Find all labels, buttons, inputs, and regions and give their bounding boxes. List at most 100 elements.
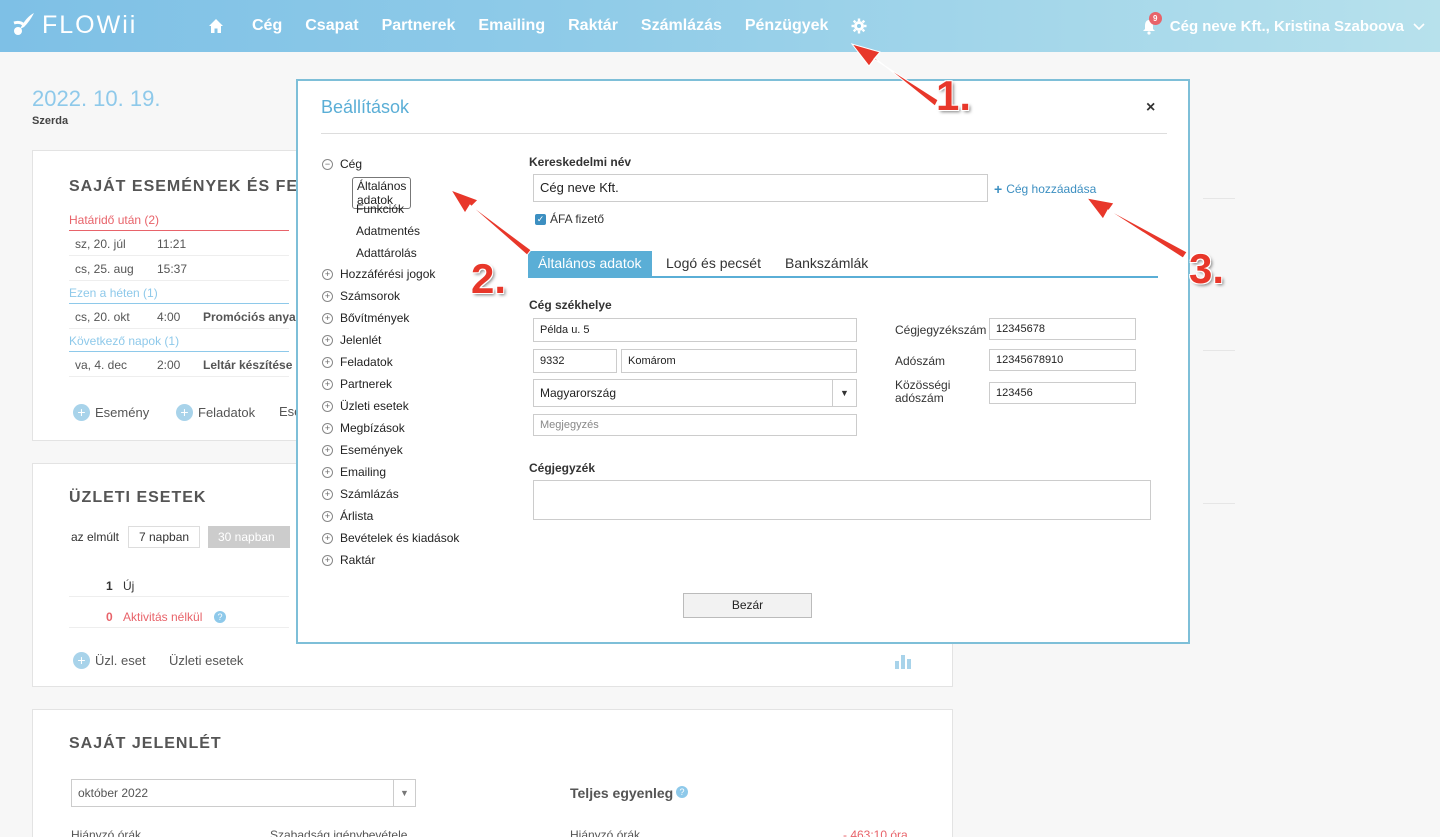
tree-item-functions[interactable]: Funkciók [356,202,404,216]
reg-no-input[interactable]: 12345678 [989,318,1136,340]
modal-title: Beállítások [321,97,410,117]
expand-icon[interactable]: + [322,356,333,368]
tree-node-ceg[interactable]: − Cég [322,157,362,171]
app-logo[interactable]: FLOWii [12,10,137,40]
event-row[interactable]: sz, 20. júl 11:21 [69,232,289,256]
note-input[interactable]: Megjegyzés [533,414,857,436]
notification-badge: 9 [1148,12,1162,25]
nav-item-szamlazas[interactable]: Számlázás [641,17,722,35]
home-icon[interactable] [206,16,226,36]
add-task-button[interactable]: + Feladatok [176,404,255,421]
business-cases-link[interactable]: Üzleti esetek [169,653,243,668]
dashboard-weekday: Szerda [32,115,69,127]
nav-item-raktar[interactable]: Raktár [568,17,618,35]
expand-icon[interactable]: + [322,532,333,544]
close-icon[interactable]: × [1146,99,1155,117]
add-company-link[interactable]: + Cég hozzáadása [994,181,1096,197]
tree-node-tasks[interactable]: + Feladatok [322,355,393,369]
tab-logo-stamp[interactable]: Logó és pecsét [656,251,771,276]
tree-node-events[interactable]: + Események [322,443,403,457]
tree-node-income-expenses[interactable]: + Bevételek és kiadások [322,531,459,545]
tree-node-business-cases[interactable]: + Üzleti esetek [322,399,409,413]
event-row[interactable]: cs, 25. aug 15:37 [69,257,289,281]
tree-node-extensions[interactable]: + Bővítmények [322,311,409,325]
chevron-down-icon [1413,23,1425,31]
settings-tabs: Általános adatok Logó és pecsét Bankszám… [528,251,1158,278]
bar-chart-icon[interactable] [894,653,912,669]
divider [1203,350,1235,351]
expand-icon[interactable]: + [322,554,333,566]
missing-hours-value: - 463:10 óra [843,828,908,837]
period-30-days-button[interactable]: 30 napban [208,526,290,548]
main-nav: Cég Csapat Partnerek Emailing Raktár Szá… [206,0,867,52]
expand-icon[interactable]: + [322,378,333,390]
tree-node-warehouse[interactable]: + Raktár [322,553,375,567]
nav-item-csapat[interactable]: Csapat [305,17,358,35]
expand-icon[interactable]: + [322,488,333,500]
tree-node-price-list[interactable]: + Árlista [322,509,373,523]
collapse-icon[interactable]: − [322,158,333,170]
presence-card: SAJÁT JELENLÉT október 2022 ▼ Teljes egy… [32,709,953,837]
tree-node-number-series[interactable]: + Számsorok [322,289,400,303]
notification-bell[interactable]: 9 [1142,12,1162,35]
flowii-logo-icon [13,13,34,35]
expand-icon[interactable]: + [322,400,333,412]
expand-icon[interactable]: + [322,268,333,280]
street-input[interactable]: Példa u. 5 [533,318,857,342]
tree-item-backup[interactable]: Adatmentés [356,224,420,238]
expand-icon[interactable]: + [322,444,333,456]
missing-hours-label: Hiányzó órák [71,828,142,837]
eu-tax-label: Közösségi adószám [895,378,951,405]
add-business-case-button[interactable]: + Üzl. eset [73,652,146,669]
missing-hours-right-label: Hiányzó órák [570,828,641,837]
country-select[interactable]: Magyarország ▼ [533,379,857,407]
nav-item-emailing[interactable]: Emailing [478,17,545,35]
tree-node-partners[interactable]: + Partnerek [322,377,392,391]
tab-bank-accounts[interactable]: Bankszámlák [775,251,878,276]
inactive-cases-count: 0 [106,610,113,624]
gear-icon[interactable] [851,18,867,34]
add-event-button[interactable]: + Esemény [73,404,149,421]
new-cases-label[interactable]: Új [123,579,134,593]
close-button[interactable]: Bezár [683,593,812,618]
tree-item-storage[interactable]: Adattárolás [356,246,417,260]
expand-icon[interactable]: + [322,290,333,302]
expand-icon[interactable]: + [322,510,333,522]
events-group-this-week: Ezen a héten (1) [69,282,289,304]
city-input[interactable]: Komárom [621,349,857,373]
trade-name-input[interactable]: Cég neve Kft. [533,174,988,202]
nav-item-ceg[interactable]: Cég [252,17,282,35]
tree-node-attendance[interactable]: + Jelenlét [322,333,381,347]
event-row[interactable]: va, 4. dec 2:00 Leltár készítése [69,353,292,377]
expand-icon[interactable]: + [322,466,333,478]
tree-node-invoicing[interactable]: + Számlázás [322,487,399,501]
inactive-cases-label[interactable]: Aktivitás nélkül [123,610,202,624]
nav-item-penzugyek[interactable]: Pénzügyek [745,17,829,35]
expand-icon[interactable]: + [322,312,333,324]
tree-node-orders[interactable]: + Megbízások [322,421,405,435]
events-card-title: SAJÁT ESEMÉNYEK ÉS FELA [69,178,322,195]
checkbox-checked-icon[interactable]: ✓ [535,213,546,225]
zip-input[interactable]: 9332 [533,349,617,373]
events-group-overdue: Határidő után (2) [69,209,289,231]
month-select[interactable]: október 2022 ▼ [71,779,416,807]
tree-node-access-rights[interactable]: + Hozzáférési jogok [322,267,435,281]
expand-icon[interactable]: + [322,334,333,346]
help-icon[interactable]: ? [214,611,226,623]
period-7-days-button[interactable]: 7 napban [128,526,201,548]
tree-node-emailing[interactable]: + Emailing [322,465,386,479]
help-icon[interactable]: ? [676,786,688,798]
user-menu[interactable]: 9 Cég neve Kft., Kristina Szaboova [1142,0,1426,52]
tax-no-input[interactable]: 12345678910 [989,349,1136,371]
event-row[interactable]: cs, 20. okt 4:00 Promóciós anyag [69,305,303,329]
expand-icon[interactable]: + [322,422,333,434]
tax-no-label: Adószám [895,354,946,368]
eu-tax-input[interactable]: 123456 [989,382,1136,404]
new-cases-count: 1 [106,579,113,593]
events-group-next-days: Következő napok (1) [69,330,289,352]
registry-textarea[interactable] [533,480,1151,520]
tab-general-data[interactable]: Általános adatok [528,251,652,276]
vat-checkbox[interactable]: ✓ ÁFA fizető [535,212,604,226]
period-label: az elmúlt [71,530,120,544]
nav-item-partnerek[interactable]: Partnerek [382,17,456,35]
